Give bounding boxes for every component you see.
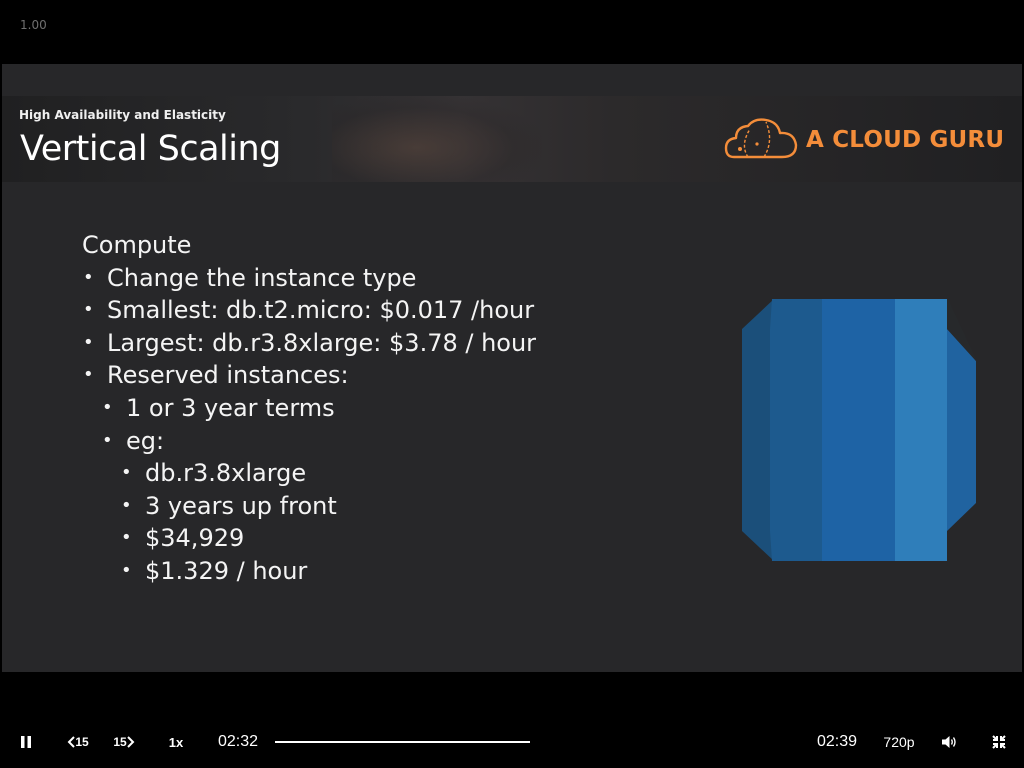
exit-fullscreen-button[interactable] [986,730,1012,754]
seek-bar[interactable] [275,741,795,743]
presenter-photo [332,96,542,182]
bullet-dot: • [121,527,132,548]
amazon-rds-icon [742,299,976,561]
bullet-item: Compute [82,231,191,259]
bullet-dot: • [102,397,113,418]
rewind-15-button[interactable]: 15 [62,730,94,754]
bullet-text: Smallest: db.t2.micro: $0.017 /hour [107,296,535,324]
bullet-item: • Reserved instances: [83,361,349,389]
bullet-dot: • [83,267,94,288]
bullet-dot: • [121,560,132,581]
exit-fullscreen-icon [992,735,1006,749]
bullet-dot: • [83,299,94,320]
total-time: 02:39 [816,733,858,750]
rewind-label: 15 [75,735,89,749]
bullet-item: • Change the instance type [83,264,417,292]
speed-readout: 1.00 [20,18,47,32]
player-controls: 15 15 1x 02:32 02:39 720p [0,704,1024,768]
bullet-item: • $1.329 / hour [121,557,308,585]
bullet-item: • eg: [102,427,165,455]
quality-button[interactable]: 720p [878,730,920,754]
bullet-dot: • [102,430,113,451]
bullet-dot: • [83,332,94,353]
section-label: High Availability and Elasticity [19,108,226,122]
forward-label: 15 [113,735,127,749]
bullet-text: 3 years up front [145,492,337,520]
bullet-text: Largest: db.r3.8xlarge: $3.78 / hour [107,329,537,357]
volume-icon [942,736,956,748]
slide-title: Vertical Scaling [20,129,281,169]
slide-header: High Availability and Elasticity Vertica… [2,96,1022,182]
slide: High Availability and Elasticity Vertica… [2,64,1022,672]
bullet-item: • 3 years up front [121,492,337,520]
bullet-item: • $34,929 [121,524,245,552]
seek-progress [275,741,530,743]
video-player[interactable]: 1.00 High Availability and Elasticity Ve… [0,0,1024,768]
bullet-text: eg: [126,427,165,455]
bullet-dot: • [121,462,132,483]
pause-icon [21,736,31,748]
bullet-item: • db.r3.8xlarge [121,459,307,487]
playback-speed-button[interactable]: 1x [162,730,190,754]
volume-button[interactable] [936,730,962,754]
bullet-dot: • [83,364,94,385]
brand-text: A CLOUD GURU [806,127,1005,153]
rewind-15-icon [67,736,76,748]
cloud-logo-icon [724,118,798,159]
bullet-text: $1.329 / hour [145,557,308,585]
bullet-item: • 1 or 3 year terms [102,394,335,422]
bullet-item: • Smallest: db.t2.micro: $0.017 /hour [83,296,535,324]
pause-button[interactable] [14,730,38,754]
bullet-text: Compute [82,231,192,259]
bullet-text: Change the instance type [107,264,417,292]
forward-15-icon [126,736,135,748]
current-time: 02:32 [217,733,259,750]
bullet-item: • Largest: db.r3.8xlarge: $3.78 / hour [83,329,537,357]
bullet-dot: • [121,495,132,516]
forward-15-button[interactable]: 15 [108,730,140,754]
bullet-text: Reserved instances: [107,361,349,389]
brand-logo: A CLOUD GURU [724,116,1004,164]
bullet-text: db.r3.8xlarge [145,459,307,487]
bullet-text: $34,929 [145,524,245,552]
bullet-text: 1 or 3 year terms [126,394,335,422]
